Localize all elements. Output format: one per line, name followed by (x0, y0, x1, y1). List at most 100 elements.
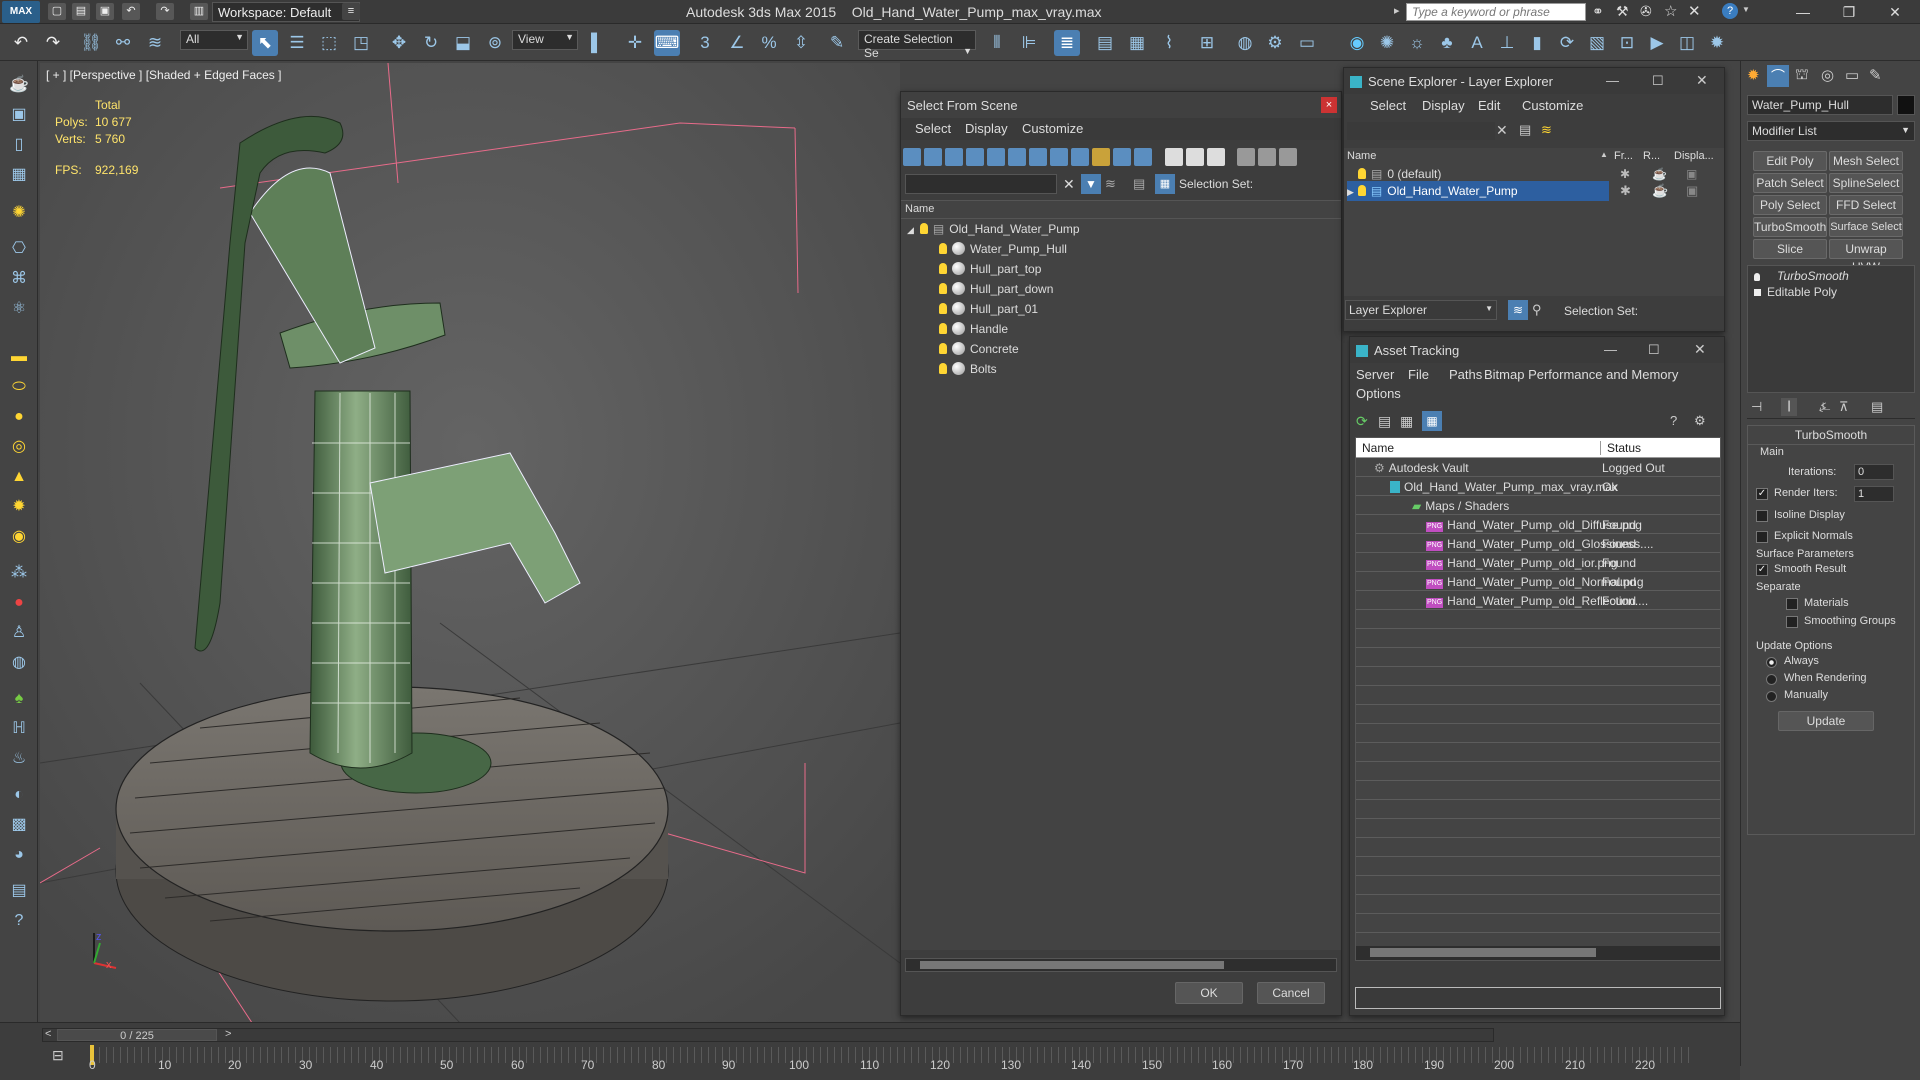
edit-named-selection-icon[interactable]: ✎ (824, 30, 850, 56)
camera-icon[interactable]: ⎔ (7, 237, 31, 261)
horizontal-scrollbar[interactable] (905, 958, 1337, 972)
time-slider[interactable]: < 0 / 225 > (42, 1028, 1494, 1042)
grid-view-icon[interactable]: ▦ (1422, 411, 1442, 431)
tree-row[interactable]: Hull_part_01 (901, 299, 1341, 319)
help-dropdown-icon[interactable]: ▼ (1742, 5, 1750, 14)
sync-selection-icon[interactable] (1258, 148, 1277, 166)
rectangular-selection-icon[interactable]: ⬚ (316, 30, 342, 56)
calculator-icon[interactable]: ▦ (7, 163, 31, 187)
keyboard-shortcut-toggle-icon[interactable]: ⌨ (654, 30, 680, 56)
collapse-icon[interactable] (1279, 148, 1298, 166)
vray-light-icon[interactable]: ✹ (1704, 30, 1730, 56)
object-color-swatch[interactable] (1897, 95, 1915, 115)
add-to-layer-icon[interactable]: ≋ (1541, 122, 1552, 138)
filter-funnel-icon[interactable] (1237, 148, 1256, 166)
text-icon[interactable]: A (1464, 30, 1490, 56)
column-name[interactable]: Name (1347, 150, 1376, 162)
project-folder-icon[interactable]: ▥ (190, 3, 208, 20)
light-lister-icon[interactable]: ☼ (1404, 30, 1430, 56)
plant-icon[interactable]: ♠ (7, 687, 31, 711)
open-file-icon[interactable]: ▤ (72, 3, 90, 20)
make-unique-icon[interactable]: ⍼ (1819, 399, 1830, 415)
refresh-icon[interactable]: ⟳ (1554, 30, 1580, 56)
column-display[interactable]: Displa... (1674, 150, 1714, 162)
ok-button[interactable]: OK (1175, 982, 1243, 1004)
rollout-title[interactable]: TurboSmooth (1748, 426, 1914, 445)
workspace-dropdown[interactable]: Workspace: Default▼ (212, 2, 360, 22)
light-bulb-icon[interactable]: ✺ (7, 201, 31, 225)
character-icon[interactable]: ♙ (7, 621, 31, 645)
clear-find-icon[interactable]: ✕ (1496, 122, 1508, 139)
cone-icon[interactable]: ▲ (7, 465, 31, 489)
tree-row[interactable]: Concrete (901, 339, 1341, 359)
visibility-bulb-icon[interactable] (939, 263, 947, 274)
link-icon[interactable]: ⛓ (78, 30, 104, 56)
sun-icon[interactable]: ✺ (1374, 30, 1400, 56)
menu-server[interactable]: Server (1356, 367, 1394, 382)
material-icon[interactable]: ▩ (7, 813, 31, 837)
menu-bitmap-performance[interactable]: Bitmap Performance and Memory (1484, 367, 1678, 382)
help-circle-icon[interactable]: ? (7, 909, 31, 933)
poly-select-button[interactable]: Poly Select (1753, 195, 1827, 215)
window-crossing-icon[interactable]: ◳ (348, 30, 374, 56)
place-icon[interactable]: ⊚ (482, 30, 508, 56)
schematic-view-icon[interactable]: ⊞ (1194, 30, 1220, 56)
render-iters-spinner[interactable]: 1 (1854, 486, 1894, 502)
tools-icon[interactable]: ⚒ (1616, 3, 1629, 20)
materials-checkbox[interactable] (1786, 598, 1798, 610)
align-icon[interactable]: ⊫ (1016, 30, 1042, 56)
named-selection-dropdown[interactable]: Create Selection Se ▼ (858, 30, 976, 60)
tree-row[interactable]: Bolts (901, 359, 1341, 379)
visibility-bulb-icon[interactable] (1358, 168, 1366, 179)
search-input[interactable]: Type a keyword or phrase (1406, 3, 1586, 21)
filter-containers-icon[interactable] (1092, 148, 1110, 166)
selection-filter-dropdown[interactable]: All ▼ (180, 30, 248, 50)
menu-customize[interactable]: Customize (1022, 121, 1083, 136)
freeze-icon[interactable]: ✱ (1620, 183, 1631, 199)
cancel-button[interactable]: Cancel (1257, 982, 1325, 1004)
mini-listener-icon[interactable]: ⊟ (52, 1047, 64, 1064)
slice-button[interactable]: Slice (1753, 239, 1827, 259)
scrollbar-thumb[interactable] (920, 961, 1224, 969)
create-tab-icon[interactable]: ✹ (1747, 66, 1760, 84)
show-end-result-icon[interactable]: | (1781, 398, 1797, 416)
undo-icon[interactable]: ↶ (122, 3, 140, 20)
iterations-spinner[interactable]: 0 (1854, 464, 1894, 480)
undo-toolbar-icon[interactable]: ↶ (8, 30, 34, 56)
tape-icon[interactable]: ▮ (1524, 30, 1550, 56)
expand-arrow-icon[interactable]: ▶ (1347, 187, 1354, 197)
mesh-select-button[interactable]: Mesh Select (1829, 151, 1903, 171)
asset-options-icon[interactable]: ⚙ (1694, 413, 1706, 429)
filter-bones-icon[interactable] (1071, 148, 1089, 166)
time-slider-next-icon[interactable]: > (225, 1028, 231, 1040)
filter-spacewarps-icon[interactable] (1008, 148, 1026, 166)
filter-cameras-icon[interactable] (966, 148, 984, 166)
asset-tracking-close-icon[interactable]: ✕ (1694, 341, 1706, 358)
menu-select[interactable]: Select (1370, 98, 1406, 113)
timeline-track[interactable] (92, 1047, 1692, 1063)
smoothing-groups-checkbox[interactable] (1786, 616, 1798, 628)
tree-row[interactable]: Water_Pump_Hull (901, 239, 1341, 259)
modifier-list-dropdown[interactable]: Modifier List ▼ (1747, 121, 1915, 141)
menu-customize[interactable]: Customize (1522, 98, 1583, 113)
menu-display[interactable]: Display (965, 121, 1008, 136)
light-icon[interactable]: ◉ (1344, 30, 1370, 56)
tube-icon[interactable]: ◉ (7, 525, 31, 549)
new-layer-icon[interactable]: ▤ (1519, 122, 1531, 138)
layer-explorer-combo[interactable]: Layer Explorer ▼ (1345, 300, 1497, 320)
edit-poly-button[interactable]: Edit Poly (1753, 151, 1827, 171)
menu-edit[interactable]: Edit (1478, 98, 1500, 113)
spinner-snap-icon[interactable]: ⇳ (788, 30, 814, 56)
asset-row[interactable]: PNG Hand_Water_Pump_old_ior.png (1426, 553, 1618, 573)
filter-frozen-icon[interactable] (1113, 148, 1131, 166)
exchange-x-icon[interactable]: ✕ (1688, 2, 1701, 20)
freeze-icon[interactable]: ✱ (1620, 164, 1630, 184)
asset-tracking-minimize-icon[interactable]: — (1604, 342, 1617, 357)
rendered-frame-icon[interactable]: ▭ (1294, 30, 1320, 56)
filter-xrefs-icon[interactable] (1050, 148, 1068, 166)
minimize-icon[interactable]: — (1780, 0, 1826, 24)
cloth-icon[interactable]: ♨ (7, 747, 31, 771)
render-teapot-icon[interactable]: ☕ (1652, 164, 1667, 184)
redo-icon[interactable]: ↷ (156, 3, 174, 20)
dialog-close-icon[interactable]: × (1321, 97, 1337, 113)
